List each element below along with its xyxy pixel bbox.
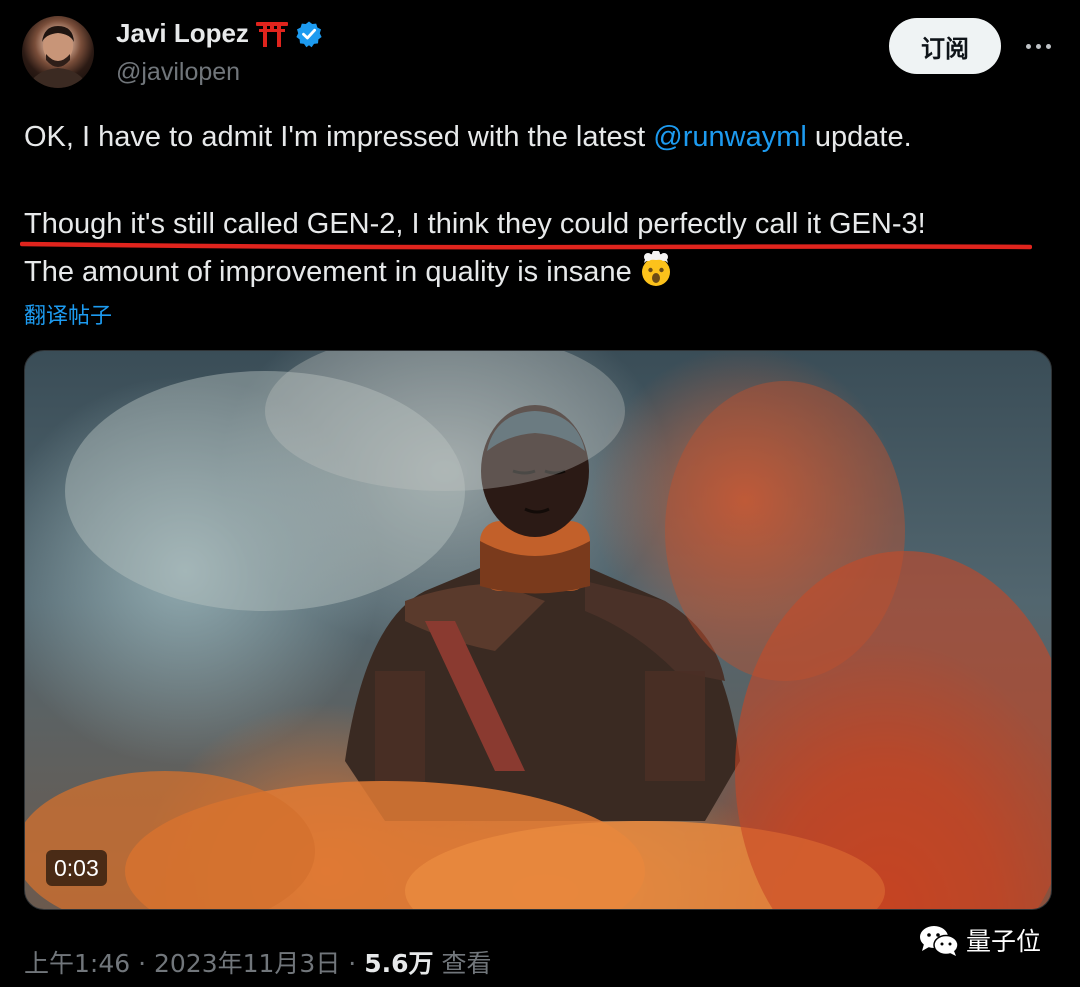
avatar[interactable] xyxy=(22,16,94,88)
exploding-head-icon xyxy=(638,250,674,287)
tweet-line-1: OK, I have to admit I'm impressed with t… xyxy=(24,119,912,155)
translate-post-link[interactable]: 翻译帖子 xyxy=(24,298,112,330)
torii-icon xyxy=(255,20,289,48)
red-highlight-underline xyxy=(20,241,1032,250)
watermark-text: 量子位 xyxy=(966,927,1042,956)
tweet-text-after: update. xyxy=(806,121,912,153)
tweet-time[interactable]: 上午1:46 xyxy=(24,949,130,978)
tweet-text-before: OK, I have to admit I'm impressed with t… xyxy=(24,121,654,153)
views-count: 5.6万 xyxy=(364,949,434,978)
meta-separator: · xyxy=(138,949,147,978)
views-label: 查看 xyxy=(441,949,492,978)
tweet-meta: 上午1:46 · 2023年11月3日 · 5.6万 查看 xyxy=(24,944,491,980)
video-player[interactable] xyxy=(24,350,1052,910)
verified-badge-icon[interactable] xyxy=(295,20,323,48)
more-horizontal-icon[interactable] xyxy=(1018,30,1058,62)
subscribe-button[interactable]: 订阅 xyxy=(889,18,1001,74)
video-duration: 0:03 xyxy=(46,850,107,886)
tweet-line-3: The amount of improvement in quality is … xyxy=(24,250,674,290)
mention-link[interactable]: @runwayml xyxy=(653,121,807,153)
watermark: 量子位 xyxy=(918,922,1041,958)
video-frame xyxy=(25,351,1051,909)
wechat-icon xyxy=(918,923,960,957)
meta-separator: · xyxy=(348,949,357,978)
tweet-line-3-text: The amount of improvement in quality is … xyxy=(24,256,632,288)
tweet-date[interactable]: 2023年11月3日 xyxy=(154,949,340,978)
author-name[interactable]: Javi Lopez xyxy=(116,18,249,49)
author-handle[interactable]: @javilopen xyxy=(116,58,240,87)
tweet-line-2: Though it's still called GEN-2, I think … xyxy=(24,208,926,240)
